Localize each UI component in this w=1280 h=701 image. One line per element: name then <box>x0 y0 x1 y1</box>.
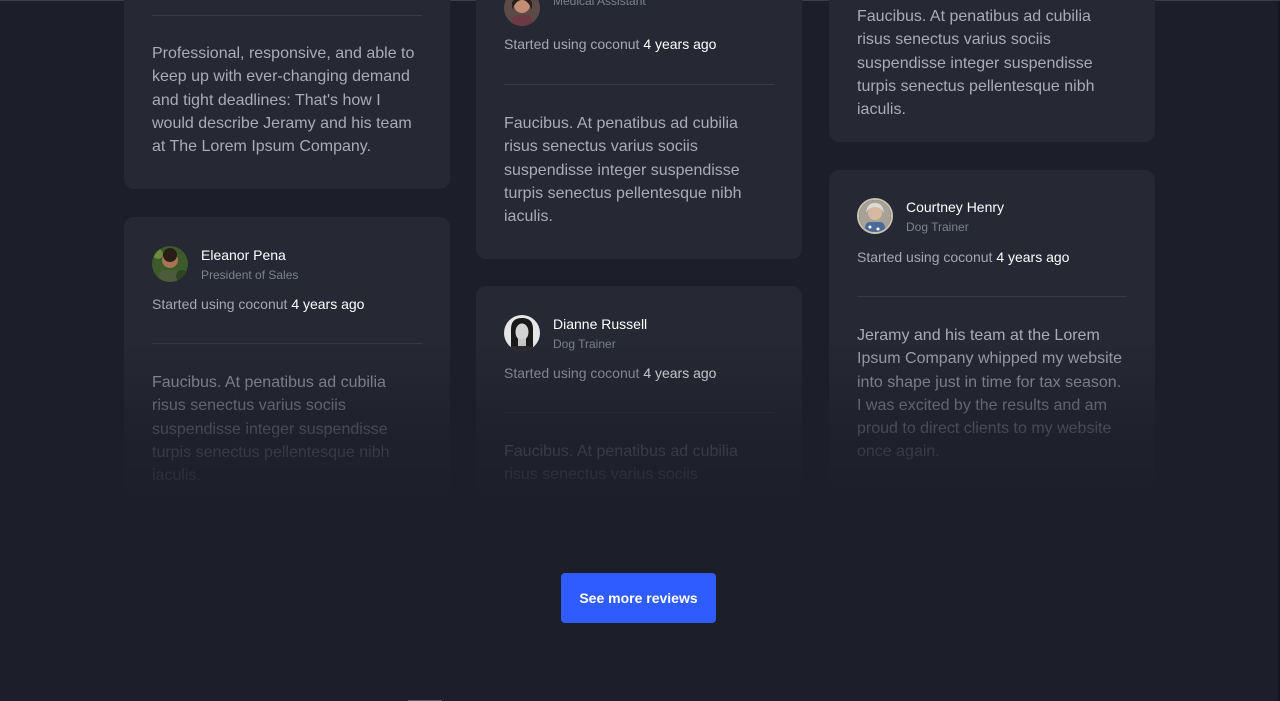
review-card: Professional, responsive, and able to ke… <box>124 0 450 189</box>
see-more-reviews-button[interactable]: See more reviews <box>561 573 716 623</box>
avatar <box>152 246 188 282</box>
review-author: Dianne Russell Dog Trainer <box>504 315 647 352</box>
started-using-text: Started using coconut 4 years ago <box>152 296 365 312</box>
divider <box>857 296 1127 297</box>
author-role: Medical Assistant <box>553 0 646 8</box>
divider <box>504 84 774 85</box>
review-quote: Faucibus. At penatibus ad cubilia risus … <box>504 115 742 226</box>
author-role: President of Sales <box>201 268 299 282</box>
divider <box>128 518 442 519</box>
review-author: Medical Assistant <box>504 0 646 26</box>
author-name: Dianne Russell <box>553 316 648 332</box>
review-quote: Faucibus. At penatibus ad cubilia risus … <box>857 8 1095 119</box>
review-quote: Jeramy and his team at the Lorem Ipsum C… <box>857 327 1123 461</box>
avatar <box>857 198 893 234</box>
review-card: Medical Assistant Started using coconut … <box>476 0 802 259</box>
review-quote: Professional, responsive, and able to ke… <box>152 45 415 156</box>
divider <box>152 15 422 16</box>
review-card: Faucibus. At penatibus ad cubilia risus … <box>829 0 1155 142</box>
author-role: Dog Trainer <box>906 220 969 234</box>
started-using-text: Started using coconut 4 years ago <box>504 365 717 381</box>
author-name: Courtney Henry <box>906 199 1005 215</box>
review-quote: Faucibus. At penatibus ad cubilia risus … <box>152 374 390 485</box>
divider <box>152 343 422 344</box>
review-card: Dianne Russell Dog Trainer Started using… <box>476 286 802 526</box>
started-ago: 4 years ago <box>643 36 717 52</box>
avatar <box>504 0 540 26</box>
review-author: Eleanor Pena President of Sales <box>152 246 298 283</box>
started-using-text: Started using coconut 4 years ago <box>857 249 1070 265</box>
started-using-text: Started using coconut 4 years ago <box>504 36 717 52</box>
avatar <box>504 315 540 351</box>
started-ago: 4 years ago <box>643 365 717 381</box>
review-author: Courtney Henry Dog Trainer <box>857 198 1004 235</box>
author-name: Eleanor Pena <box>201 247 286 263</box>
started-ago: 4 years ago <box>291 296 365 312</box>
divider <box>504 412 774 413</box>
review-quote: Faucibus. At penatibus ad cubilia risus … <box>504 443 738 484</box>
author-role: Dog Trainer <box>553 337 616 351</box>
review-card: Courtney Henry Dog Trainer Started using… <box>829 170 1155 490</box>
started-ago: 4 years ago <box>996 249 1070 265</box>
review-card: Eleanor Pena President of Sales Started … <box>124 217 450 537</box>
